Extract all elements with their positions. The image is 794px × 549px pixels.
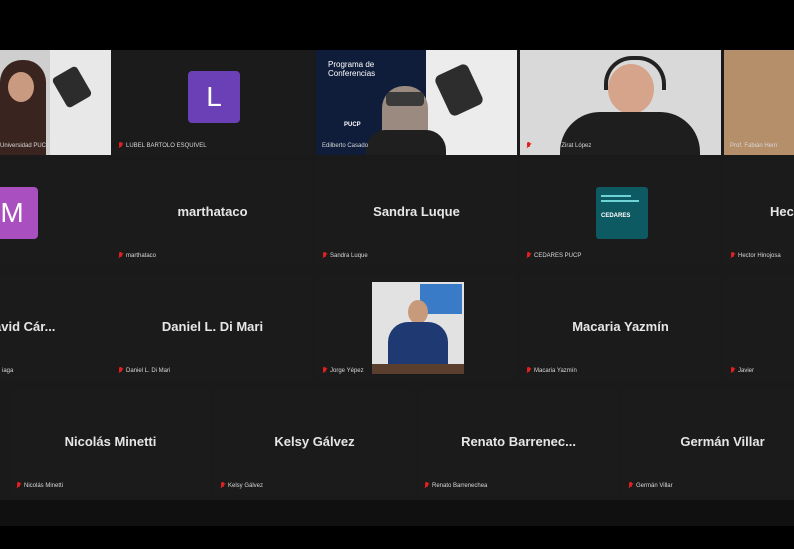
participant-tile-marthataco[interactable]: marthataco marthataco bbox=[112, 160, 313, 265]
name-tag: iaga bbox=[2, 368, 14, 374]
name-tag: marthataco bbox=[118, 252, 156, 259]
name-tag: Nicolás Minetti bbox=[16, 482, 63, 489]
name-tag: Prof. Fabián Hern bbox=[730, 143, 778, 149]
name-tag: Jorge Yépez bbox=[322, 367, 364, 374]
video-feed bbox=[724, 50, 794, 155]
participant-name: Kelsy Gálvez bbox=[274, 434, 355, 449]
participant-tile-sandra[interactable]: Sandra Luque Sandra Luque bbox=[316, 160, 517, 265]
participant-tile-jorge[interactable]: Jorge Yépez bbox=[316, 275, 517, 380]
name-tag: LUBEL BARTOLO ESQUIVEL bbox=[118, 142, 207, 149]
muted-mic-icon bbox=[322, 367, 327, 374]
muted-mic-icon bbox=[730, 252, 735, 259]
participant-tile-universidad-pucp[interactable]: Universidad PUCP bbox=[0, 50, 111, 155]
participant-tile-nicolas[interactable]: Nicolás Minetti Nicolás Minetti bbox=[10, 390, 211, 495]
participant-tile-lubel[interactable]: L LUBEL BARTOLO ESQUIVEL bbox=[112, 50, 313, 155]
participant-tile-fernando[interactable]: Fernando Zirat López bbox=[520, 50, 721, 155]
video-feed bbox=[520, 50, 721, 155]
participant-name: avid Cár... bbox=[0, 319, 56, 334]
name-tag: CEDARES PUCP bbox=[526, 252, 581, 259]
muted-mic-icon bbox=[118, 142, 123, 149]
participant-tile-david[interactable]: avid Cár... iaga bbox=[0, 275, 111, 380]
participant-tile-daniel[interactable]: Daniel L. Di Mari Daniel L. Di Mari bbox=[112, 275, 313, 380]
avatar: L bbox=[188, 71, 240, 123]
muted-mic-icon bbox=[628, 482, 633, 489]
cedares-logo: CEDARES bbox=[596, 187, 648, 239]
name-tag: Javier bbox=[730, 367, 754, 374]
avatar: M bbox=[0, 187, 38, 239]
participant-name: Hect bbox=[770, 204, 794, 219]
participant-tile-german[interactable]: Germán Villar Germán Villar bbox=[622, 390, 794, 495]
muted-mic-icon bbox=[118, 252, 123, 259]
muted-mic-icon bbox=[424, 482, 429, 489]
participant-tile-kelsy[interactable]: Kelsy Gálvez Kelsy Gálvez bbox=[214, 390, 415, 495]
participant-tile-renato[interactable]: Renato Barrenec... Renato Barrenechea bbox=[418, 390, 619, 495]
video-feed: Programa de Conferencias PUCP bbox=[316, 50, 517, 155]
muted-mic-icon bbox=[526, 142, 531, 149]
participant-tile-hector[interactable]: Hect Hector Hinojosa bbox=[724, 160, 794, 265]
video-feed bbox=[0, 50, 111, 155]
name-tag: Kelsy Gálvez bbox=[220, 482, 263, 489]
participant-name: Daniel L. Di Mari bbox=[161, 319, 264, 334]
name-tag: Daniel L. Di Mari bbox=[118, 367, 170, 374]
name-tag: Universidad PUCP bbox=[0, 143, 51, 149]
participant-tile-macaria[interactable]: Macaria Yazmín Macaria Yazmín bbox=[520, 275, 721, 380]
participant-tile-m-user[interactable]: M bbox=[0, 160, 111, 265]
name-tag: Renato Barrenechea bbox=[424, 482, 487, 489]
participant-name: Renato Barrenec... bbox=[461, 434, 576, 449]
participant-tile-edilberto[interactable]: Programa de Conferencias PUCP Edilberto … bbox=[316, 50, 517, 155]
muted-mic-icon bbox=[220, 482, 225, 489]
video-feed bbox=[372, 282, 464, 374]
name-tag: Macaria Yazmín bbox=[526, 367, 577, 374]
participant-name: marthataco bbox=[177, 204, 248, 219]
muted-mic-icon bbox=[730, 367, 735, 374]
muted-mic-icon bbox=[322, 252, 327, 259]
participant-name: Macaria Yazmín bbox=[572, 319, 669, 334]
bottom-bar bbox=[0, 500, 794, 526]
participant-tile-fabian[interactable]: Prof. Fabián Hern bbox=[724, 50, 794, 155]
name-tag: Fernando Zirat López bbox=[526, 142, 591, 149]
muted-mic-icon bbox=[118, 367, 123, 374]
name-tag: Sandra Luque bbox=[322, 252, 368, 259]
participant-name: Sandra Luque bbox=[373, 204, 460, 219]
participant-name: Germán Villar bbox=[680, 434, 765, 449]
participant-tile-cedares[interactable]: CEDARES CEDARES PUCP bbox=[520, 160, 721, 265]
muted-mic-icon bbox=[526, 367, 531, 374]
participant-tile-javier[interactable]: Javier bbox=[724, 275, 794, 380]
slide-title: Programa de Conferencias bbox=[328, 60, 376, 78]
slide-logo: PUCP bbox=[344, 122, 361, 128]
name-tag: Edilberto Casado bbox=[322, 143, 369, 149]
muted-mic-icon bbox=[526, 252, 531, 259]
name-tag: Hector Hinojosa bbox=[730, 252, 781, 259]
name-tag: Germán Villar bbox=[628, 482, 673, 489]
participant-name: Nicolás Minetti bbox=[64, 434, 157, 449]
video-grid: Universidad PUCP L LUBEL BARTOLO ESQUIVE… bbox=[0, 50, 794, 500]
muted-mic-icon bbox=[16, 482, 21, 489]
